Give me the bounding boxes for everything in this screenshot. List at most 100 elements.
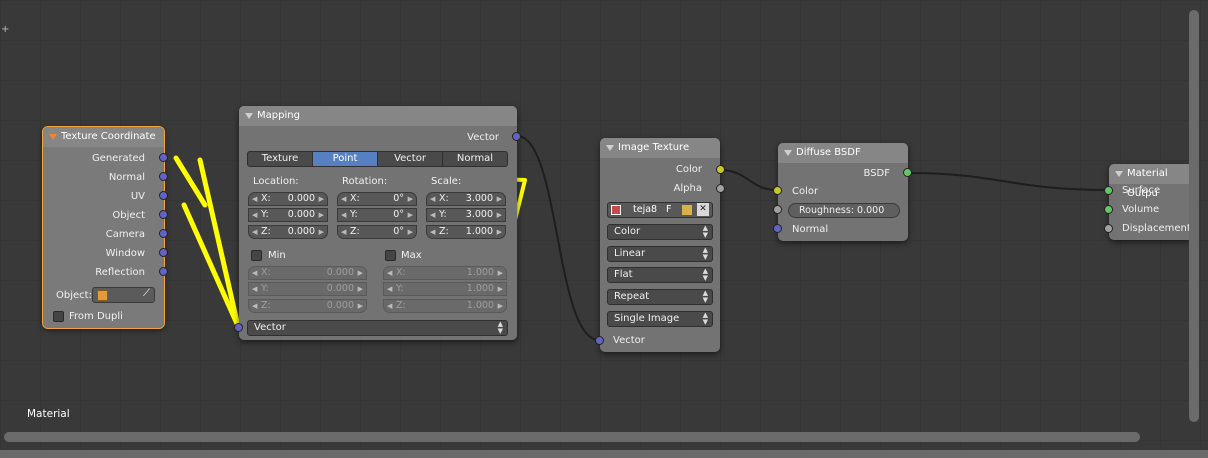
updown-arrow-icon: ▲ ▼: [702, 289, 708, 304]
collapse-triangle-icon[interactable]: [245, 113, 253, 119]
color-space-value: Color: [614, 226, 641, 237]
image-browse-icon[interactable]: [611, 205, 621, 215]
socket-output-volume-in[interactable]: [1104, 205, 1113, 214]
diffuse-normal-input-label: Normal: [792, 224, 829, 235]
object-label: Object:: [56, 290, 92, 301]
projection-menu[interactable]: Flat ▲ ▼: [607, 267, 713, 283]
unlink-x-icon[interactable]: ✕: [697, 203, 709, 216]
collapse-triangle-icon[interactable]: [49, 134, 57, 140]
socket-object[interactable]: [159, 210, 168, 219]
image-name[interactable]: teja8: [633, 204, 657, 215]
horizontal-scrollbar[interactable]: [4, 432, 1140, 442]
socket-mapping-vector-out[interactable]: [512, 132, 521, 141]
vertical-scrollbar[interactable]: [1189, 10, 1199, 422]
updown-arrow-icon: ▲ ▼: [702, 224, 708, 239]
interpolation-menu[interactable]: Linear ▲ ▼: [607, 246, 713, 262]
image-texture-node[interactable]: Image Texture Color Alpha teja8 F ✕ Colo…: [600, 138, 720, 352]
collapse-triangle-icon[interactable]: [784, 150, 792, 156]
scale-x-field[interactable]: ◀ X: 3.000 ▶: [426, 192, 506, 206]
socket-mapping-vector-in[interactable]: [234, 323, 243, 332]
eyedropper-icon[interactable]: ⟋: [143, 288, 150, 300]
link-diffuse-to-output: [907, 172, 1109, 191]
updown-arrow-icon: ▲ ▼: [702, 246, 708, 261]
updown-arrow-icon: ▲ ▼: [702, 311, 708, 326]
object-picker-field[interactable]: ⟋: [92, 287, 155, 303]
image-texture-title: Image Texture: [618, 142, 690, 153]
socket-reflection[interactable]: [159, 267, 168, 276]
min-checkbox[interactable]: [251, 250, 262, 261]
location-x-field[interactable]: ◀ X: 0.000 ▶: [248, 192, 328, 206]
image-texture-header[interactable]: Image Texture: [600, 138, 720, 158]
collapse-triangle-icon[interactable]: [606, 145, 614, 151]
min-y-field[interactable]: ◀ Y: 0.000 ▶: [248, 282, 367, 296]
location-z-field[interactable]: ◀ Z: 0.000 ▶: [248, 225, 328, 239]
from-dupli-checkbox[interactable]: [53, 311, 64, 322]
updown-arrow-icon: ▲ ▼: [497, 320, 503, 335]
socket-generated[interactable]: [159, 153, 168, 162]
texture-coordinate-title: Texture Coordinate: [61, 131, 156, 142]
tab-normal[interactable]: Normal: [442, 151, 508, 167]
max-z-field[interactable]: ◀ Z: 1.000 ▶: [383, 299, 507, 313]
image-alpha-output-label: Alpha: [673, 183, 702, 194]
rotation-label: Rotation:: [342, 176, 388, 187]
output-camera-label: Camera: [105, 229, 145, 240]
socket-uv[interactable]: [159, 191, 168, 200]
link-image-to-diffuse: [719, 169, 778, 191]
max-x-field[interactable]: ◀ X: 1.000 ▶: [383, 266, 507, 280]
output-uv-label: UV: [130, 191, 145, 202]
socket-normal[interactable]: [159, 172, 168, 181]
scale-z-field[interactable]: ◀ Z: 1.000 ▶: [426, 225, 506, 239]
fake-user-button[interactable]: F: [666, 204, 671, 215]
mapping-title: Mapping: [257, 110, 300, 121]
tab-point[interactable]: Point: [312, 151, 378, 167]
socket-camera[interactable]: [159, 229, 168, 238]
source-value: Single Image: [614, 313, 680, 324]
max-y-field[interactable]: ◀ Y: 1.000 ▶: [383, 282, 507, 296]
collapse-triangle-icon[interactable]: [1115, 171, 1123, 177]
mapping-header[interactable]: Mapping: [239, 106, 517, 126]
scale-y-field[interactable]: ◀ Y: 3.000 ▶: [426, 208, 506, 222]
min-x-field[interactable]: ◀ X: 0.000 ▶: [248, 266, 367, 280]
open-image-icon[interactable]: [682, 205, 692, 215]
socket-image-alpha-out[interactable]: [716, 184, 725, 193]
texture-coordinate-header[interactable]: Texture Coordinate: [43, 127, 164, 147]
max-checkbox[interactable]: [385, 250, 396, 261]
tab-texture[interactable]: Texture: [247, 151, 313, 167]
diffuse-title: Diffuse BSDF: [796, 147, 861, 158]
socket-output-displacement-in[interactable]: [1104, 224, 1113, 233]
diffuse-header[interactable]: Diffuse BSDF: [778, 143, 908, 163]
image-vector-input-label: Vector: [613, 335, 645, 346]
socket-output-surface-in[interactable]: [1104, 186, 1113, 195]
texture-coordinate-node[interactable]: Texture Coordinate Generated Normal UV O…: [42, 126, 165, 329]
socket-image-vector-in[interactable]: [595, 336, 604, 345]
material-label: Material: [27, 408, 70, 420]
socket-diffuse-roughness-in[interactable]: [773, 205, 782, 214]
tab-vector[interactable]: Vector: [377, 151, 443, 167]
socket-window[interactable]: [159, 248, 168, 257]
header-bar: [0, 450, 1208, 458]
diffuse-bsdf-output-label: BSDF: [863, 168, 890, 179]
output-generated-label: Generated: [91, 153, 145, 164]
socket-image-color-out[interactable]: [716, 165, 725, 174]
rotation-z-field[interactable]: ◀ Z: 0° ▶: [337, 225, 417, 239]
diffuse-bsdf-node[interactable]: Diffuse BSDF BSDF Color Roughness: 0.000…: [778, 143, 908, 241]
mapping-vector-input-menu[interactable]: Vector ▲ ▼: [247, 320, 508, 336]
socket-diffuse-bsdf-out[interactable]: [903, 168, 912, 177]
roughness-field[interactable]: Roughness: 0.000: [788, 203, 900, 218]
surface-input-label: Surface: [1122, 185, 1161, 196]
material-output-header[interactable]: Material Outpu: [1109, 164, 1189, 199]
mapping-vector-input-label: Vector: [254, 322, 286, 333]
rotation-x-field[interactable]: ◀ X: 0° ▶: [337, 192, 417, 206]
rotation-y-field[interactable]: ◀ Y: 0° ▶: [337, 208, 417, 222]
material-output-node[interactable]: Material Outpu Surface Volume Displaceme…: [1109, 164, 1189, 240]
extension-menu[interactable]: Repeat ▲ ▼: [607, 289, 713, 305]
color-space-menu[interactable]: Color ▲ ▼: [607, 224, 713, 240]
min-z-field[interactable]: ◀ Z: 0.000 ▶: [248, 299, 367, 313]
image-datablock-row[interactable]: teja8 F ✕: [607, 202, 713, 218]
mapping-node[interactable]: Mapping Vector Texture Point Vector Norm…: [239, 106, 517, 340]
socket-diffuse-normal-in[interactable]: [773, 224, 782, 233]
location-y-field[interactable]: ◀ Y: 0.000 ▶: [248, 208, 328, 222]
max-label: Max: [401, 250, 422, 261]
source-menu[interactable]: Single Image ▲ ▼: [607, 311, 713, 327]
socket-diffuse-color-in[interactable]: [773, 186, 782, 195]
